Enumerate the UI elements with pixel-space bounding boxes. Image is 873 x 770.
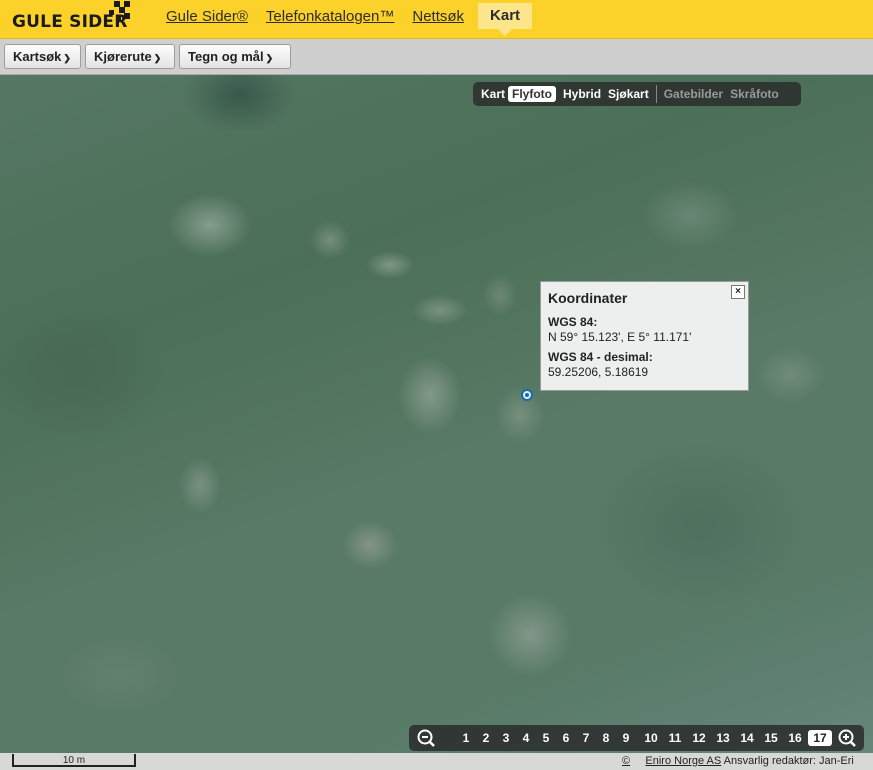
map-type-flyfoto[interactable]: Flyfoto — [508, 86, 557, 102]
chevron-down-icon: ❯ — [265, 53, 274, 63]
zoom-level-11[interactable]: 11 — [667, 730, 683, 746]
kjorerute-button[interactable]: Kjørerute ❯ — [85, 44, 175, 69]
map-type-hybrid[interactable]: Hybrid — [563, 87, 601, 101]
kartsok-label: Kartsøk — [13, 49, 62, 64]
location-marker-icon[interactable] — [521, 389, 533, 401]
chevron-down-icon: ❯ — [63, 53, 71, 63]
gule-sider-logo[interactable]: GULE SIDER — [12, 1, 130, 32]
map-toolbar: Kartsøk ❯ Kjørerute ❯ Tegn og mål ❯ — [0, 39, 873, 75]
wgs84-value: N 59° 15.123', E 5° 11.171' — [548, 330, 692, 344]
zoom-level-2[interactable]: 2 — [481, 730, 491, 746]
map-type-skrafoto[interactable]: Skråfoto — [730, 87, 779, 101]
copyright-link[interactable]: © — [622, 755, 630, 767]
nav-gule-sider[interactable]: Gule Sider® — [166, 0, 248, 39]
zoom-level-16[interactable]: 16 — [787, 730, 803, 746]
map-type-sjokart[interactable]: Sjøkart — [608, 87, 649, 101]
aerial-map[interactable]: Kart Flyfoto Hybrid Sjøkart Gatebilder S… — [0, 75, 873, 753]
zoom-level-5[interactable]: 5 — [541, 730, 551, 746]
map-type-kart[interactable]: Kart — [481, 87, 505, 101]
map-type-divider — [655, 85, 657, 103]
wgs84-decimal-value: 59.25206, 5.18619 — [548, 365, 649, 379]
zoom-level-3[interactable]: 3 — [501, 730, 511, 746]
map-type-gatebilder[interactable]: Gatebilder — [664, 87, 723, 101]
map-type-switcher: Kart Flyfoto Hybrid Sjøkart Gatebilder S… — [473, 82, 801, 106]
top-header: GULE SIDER Gule Sider® Telefonkatalogen™… — [0, 0, 873, 39]
top-nav: Gule Sider® Telefonkatalogen™ Nettsøk Ka… — [166, 0, 550, 39]
scale-label: 10 m — [62, 755, 86, 766]
chevron-down-icon: ❯ — [153, 53, 162, 63]
zoom-level-12[interactable]: 12 — [691, 730, 707, 746]
close-icon[interactable]: × — [731, 285, 745, 299]
nav-kart[interactable]: Kart — [478, 3, 533, 36]
zoom-level-4[interactable]: 4 — [521, 730, 531, 746]
eniro-link[interactable]: Eniro Norge AS — [645, 755, 721, 767]
copyright-credit: © Eniro Norge AS Ansvarlig redaktør: Jan… — [622, 755, 854, 767]
coordinates-popup: × Koordinater WGS 84: N 59° 15.123', E 5… — [540, 281, 749, 391]
checker-logo-icon — [109, 1, 130, 20]
zoom-control: 1 2 3 4 5 6 7 8 9 10 11 12 13 14 15 16 17 — [409, 725, 864, 751]
scale-bar: 10 m — [12, 754, 136, 767]
tegn-og-mal-button[interactable]: Tegn og mål ❯ — [179, 44, 291, 69]
zoom-level-14[interactable]: 14 — [739, 730, 755, 746]
kjorerute-label: Kjørerute — [94, 49, 152, 64]
nav-telefonkatalogen[interactable]: Telefonkatalogen™ — [266, 0, 394, 39]
zoom-level-1[interactable]: 1 — [461, 730, 471, 746]
wgs84-decimal-label: WGS 84 - desimal: — [548, 350, 653, 364]
nav-nettsok[interactable]: Nettsøk — [412, 0, 464, 39]
zoom-level-10[interactable]: 10 — [643, 730, 659, 746]
zoom-level-6[interactable]: 6 — [561, 730, 571, 746]
status-bar: 10 m © Eniro Norge AS Ansvarlig redaktør… — [0, 753, 873, 770]
kartsok-button[interactable]: Kartsøk ❯ — [4, 44, 81, 69]
popup-title: Koordinater — [548, 290, 628, 306]
zoom-level-7[interactable]: 7 — [581, 730, 591, 746]
tegn-og-mal-label: Tegn og mål — [188, 49, 264, 64]
zoom-level-9[interactable]: 9 — [621, 730, 631, 746]
zoom-level-8[interactable]: 8 — [601, 730, 611, 746]
editor-text: Ansvarlig redaktør: Jan-Eri — [723, 755, 854, 767]
zoom-level-13[interactable]: 13 — [715, 730, 731, 746]
zoom-level-17[interactable]: 17 — [808, 730, 832, 746]
zoom-level-15[interactable]: 15 — [763, 730, 779, 746]
wgs84-label: WGS 84: — [548, 315, 598, 329]
zoom-in-icon[interactable] — [837, 728, 857, 748]
zoom-out-icon[interactable] — [416, 728, 436, 748]
